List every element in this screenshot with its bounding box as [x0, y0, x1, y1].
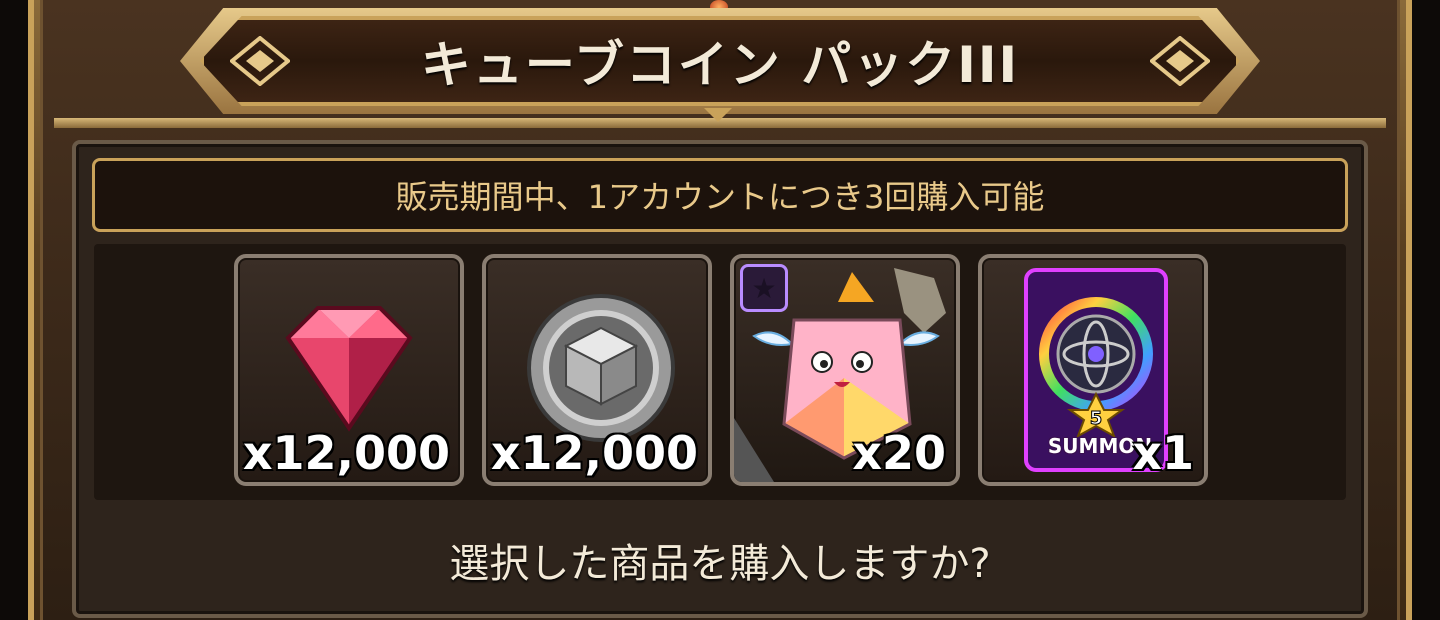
summon-star-rank: 5 [1090, 408, 1103, 429]
item-quantity: x12,000 [490, 426, 698, 480]
item-card-gem[interactable]: x12,000 [234, 254, 464, 486]
banner-arrow [704, 108, 732, 122]
purchase-limit-notice: 販売期間中、1アカウントにつき3回購入可能 [92, 158, 1348, 232]
item-card-summon-ticket[interactable]: 5 SUMMON x1 [978, 254, 1208, 486]
item-quantity: x12,000 [242, 426, 450, 480]
purple-star-badge-icon: ★ [740, 264, 788, 312]
item-quantity: x20 [852, 426, 946, 480]
item-card-cube-coin[interactable]: x12,000 [482, 254, 712, 486]
dialog-title: キューブコイン パックIII [420, 36, 1020, 94]
purchase-confirm-prompt: 選択した商品を購入しますか? [449, 541, 991, 587]
item-card-cube-pet-piece[interactable]: ★ x20 [730, 254, 960, 486]
item-quantity: x1 [1132, 426, 1194, 480]
